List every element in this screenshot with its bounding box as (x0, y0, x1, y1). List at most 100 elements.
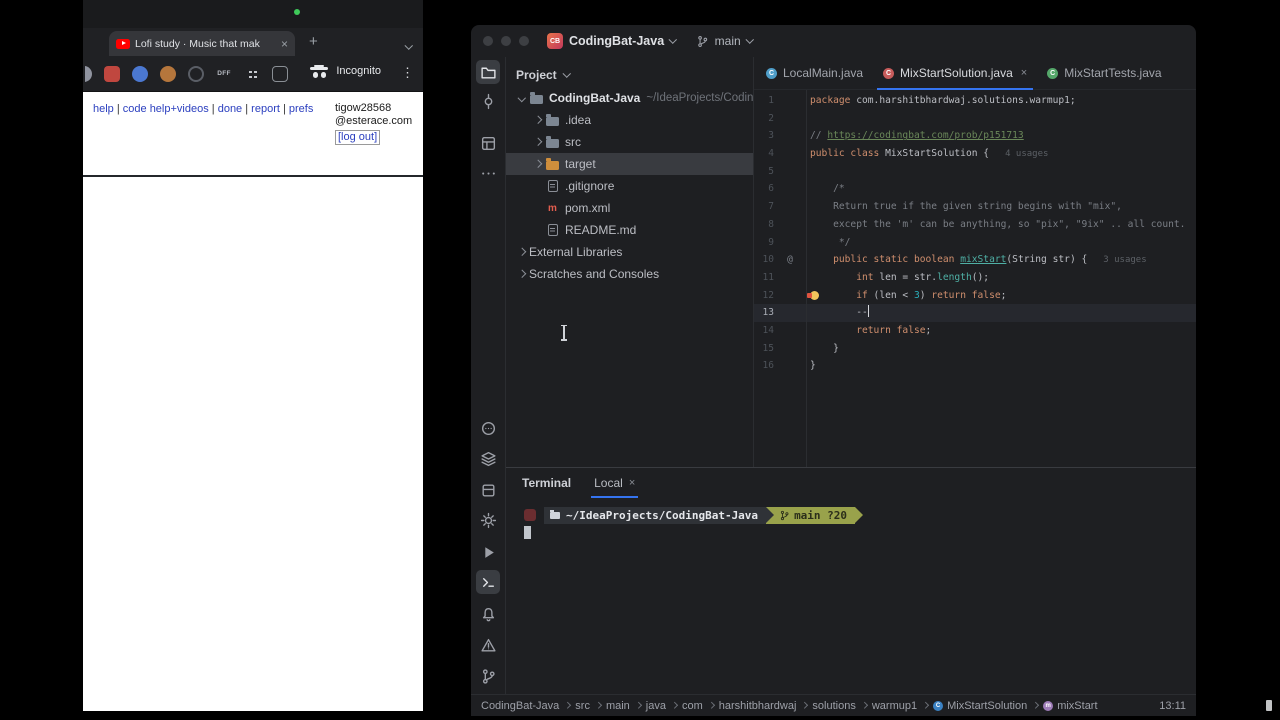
editor-tab-mixstarttests-java[interactable]: C MixStartTests.java (1037, 57, 1171, 89)
extension-icon-6[interactable]: DFF (216, 66, 232, 82)
browser-tab[interactable]: Lofi study · Music that mak (109, 31, 295, 56)
breadcrumb-warmup1[interactable]: warmup1 (872, 700, 917, 712)
intention-bulb-icon[interactable] (807, 290, 819, 300)
extension-icon-7[interactable] (244, 66, 260, 82)
nav-link-help[interactable]: help (93, 103, 114, 115)
tab-close-icon[interactable] (1021, 67, 1027, 79)
tab-label: MixStartSolution.java (900, 66, 1013, 80)
code-line-9[interactable]: 9 */ (754, 234, 1196, 252)
breadcrumb-mixstartsolution[interactable]: C MixStartSolution (933, 700, 1027, 712)
code-line-13[interactable]: 13 -- (754, 304, 1196, 322)
structure-tool-icon[interactable] (476, 131, 500, 155)
breadcrumb-codingbat-java[interactable]: CodingBat-Java (481, 700, 559, 712)
window-controls[interactable] (483, 36, 529, 46)
terminal-prompt: ~/IdeaProjects/CodingBat-Java main ?20 (524, 506, 864, 524)
settings-tool-icon[interactable] (476, 508, 500, 532)
code-line-2[interactable]: 2 (754, 110, 1196, 128)
usages-inlay[interactable]: 4 usages (1005, 149, 1048, 159)
tree-item-readme-md[interactable]: README.md (506, 219, 753, 241)
browser-menu-icon[interactable] (401, 66, 414, 79)
line-number: 11 (762, 271, 774, 283)
desktop-indicator (1266, 700, 1272, 711)
chevron-down-icon[interactable] (514, 95, 529, 101)
chevron-right-icon[interactable] (514, 249, 529, 255)
tree-item-src[interactable]: src (506, 131, 753, 153)
tree-item-pom-xml[interactable]: m pom.xml (506, 197, 753, 219)
code-line-7[interactable]: 7 Return true if the given string begins… (754, 198, 1196, 216)
extension-icon-4[interactable] (160, 65, 176, 82)
extension-icon-1[interactable] (85, 65, 92, 82)
breadcrumb-main[interactable]: main (606, 700, 630, 712)
git-tool-icon[interactable] (476, 664, 500, 688)
editor-tab-localmain-java[interactable]: C LocalMain.java (756, 57, 873, 89)
code-line-16[interactable]: 16} (754, 357, 1196, 375)
profiler-tool-icon[interactable] (476, 416, 500, 440)
annotation-gutter-icon[interactable]: @ (774, 251, 806, 269)
project-tool-icon[interactable] (476, 60, 500, 84)
extension-icon-2[interactable] (104, 65, 120, 82)
build-tool-icon[interactable] (476, 478, 500, 502)
terminal-output[interactable]: ~/IdeaProjects/CodingBat-Java main ?20 (506, 498, 1196, 694)
project-panel-header[interactable]: Project (506, 63, 753, 87)
code-line-8[interactable]: 8 except the 'm' can be anything, so "pi… (754, 216, 1196, 234)
code-line-15[interactable]: 15 } (754, 340, 1196, 358)
tab-close-icon[interactable] (281, 38, 288, 50)
code-line-3[interactable]: 3 // https://codingbat.com/prob/p151713 (754, 127, 1196, 145)
tree-item-codingbat-java[interactable]: CodingBat-Java ~/IdeaProjects/CodingBat-J… (506, 87, 753, 109)
code-line-12[interactable]: 12 if (len < 3) return false; (754, 287, 1196, 305)
terminal-tab-close-icon[interactable] (629, 477, 635, 489)
nav-link-report[interactable]: report (251, 103, 280, 115)
caret-position[interactable]: 13:11 (1159, 700, 1186, 712)
code-line-5[interactable]: 5 (754, 163, 1196, 181)
code-line-1[interactable]: 1 package com.harshitbhardwaj.solutions.w… (754, 92, 1196, 110)
editor-tab-mixstartsolution-java[interactable]: C MixStartSolution.java (873, 57, 1037, 90)
terminal-tab-local[interactable]: Local (591, 468, 639, 498)
breadcrumb-harshitbhardwaj[interactable]: harshitbhardwaj (719, 700, 797, 712)
chevron-right-icon[interactable] (530, 139, 545, 145)
folder-icon (545, 135, 560, 149)
code-editor[interactable]: 1 package com.harshitbhardwaj.solutions.w… (754, 90, 1196, 467)
services-tool-icon[interactable] (476, 446, 500, 470)
more-tool-icon[interactable] (476, 161, 500, 185)
code-line-4[interactable]: 4 public class MixStartSolution {4 usages (754, 145, 1196, 163)
tree-item-scratches-and-consoles[interactable]: Scratches and Consoles (506, 263, 753, 285)
terminal-tool-icon[interactable] (476, 570, 500, 594)
code-text: int len = str.length(); (810, 271, 990, 283)
tree-item-external-libraries[interactable]: External Libraries (506, 241, 753, 263)
git-branch-widget[interactable]: main (696, 34, 753, 48)
notifications-tool-icon[interactable] (476, 602, 500, 626)
terminal-header: Terminal Local (506, 468, 1196, 498)
breadcrumbs: CodingBat-Java src main java com harshitbhard… (481, 700, 1159, 712)
problems-tool-icon[interactable] (476, 633, 500, 657)
tree-item-gitignore[interactable]: .gitignore (506, 175, 753, 197)
logout-link[interactable]: [log out] (335, 130, 381, 145)
extension-icon-5[interactable] (188, 65, 204, 82)
breadcrumb-java[interactable]: java (646, 700, 666, 712)
tree-item-idea[interactable]: .idea (506, 109, 753, 131)
usages-inlay[interactable]: 3 usages (1103, 255, 1146, 265)
breadcrumb-solutions[interactable]: solutions (812, 700, 855, 712)
code-line-14[interactable]: 14 return false; (754, 322, 1196, 340)
extension-icon-8[interactable] (272, 65, 288, 82)
breadcrumb-com[interactable]: com (682, 700, 703, 712)
breadcrumb-mixstart[interactable]: m mixStart (1043, 700, 1098, 712)
commit-tool-icon[interactable] (476, 89, 500, 113)
nav-link-code-help-videos[interactable]: code help+videos (123, 103, 209, 115)
code-line-6[interactable]: 6 /* (754, 180, 1196, 198)
chevron-right-icon[interactable] (530, 161, 545, 167)
code-line-11[interactable]: 11 int len = str.length(); (754, 269, 1196, 287)
extension-icon-3[interactable] (132, 65, 148, 82)
tab-search-icon[interactable] (406, 36, 412, 54)
chevron-right-icon[interactable] (514, 271, 529, 277)
upper-split: Project CodingBat-Java ~/IdeaProjects/Cod… (506, 57, 1196, 467)
new-tab-button[interactable] (309, 33, 318, 50)
code-line-10[interactable]: 10 @ public static boolean mixStart(Strin… (754, 251, 1196, 269)
nav-link-prefs[interactable]: prefs (289, 103, 313, 115)
run-tool-icon[interactable] (476, 540, 500, 564)
breadcrumb-src[interactable]: src (575, 700, 590, 712)
project-widget[interactable]: CB CodingBat-Java (547, 33, 676, 49)
nav-link-done[interactable]: done (218, 103, 242, 115)
chevron-right-icon[interactable] (530, 117, 545, 123)
tree-item-target[interactable]: target (506, 153, 753, 175)
